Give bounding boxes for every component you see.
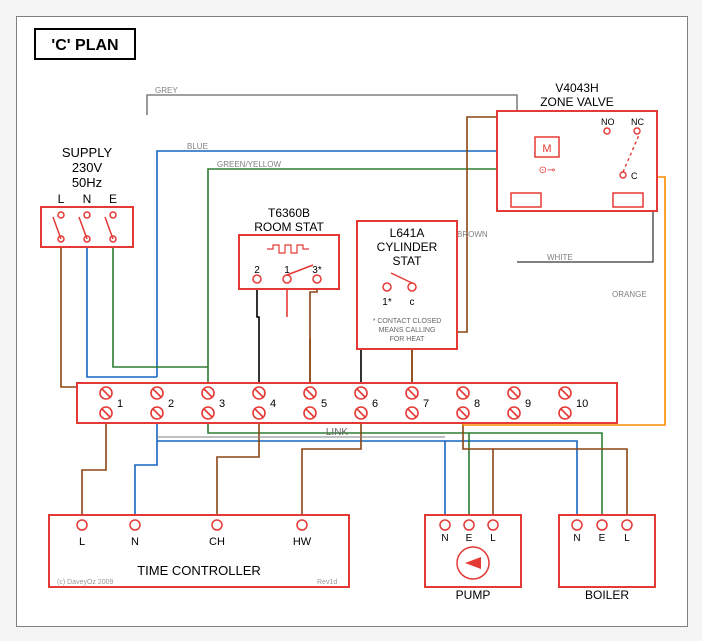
room-stat-block: T6360B ROOM STAT 2 1 3* — [239, 206, 339, 289]
term-label-8: 8 — [474, 398, 480, 410]
zone-valve-block: V4043H ZONE VALVE M NO NC C ⊙⊸ — [497, 81, 657, 211]
wire-blue-supply-N — [87, 246, 157, 377]
wire-brown-supply-L — [61, 246, 106, 387]
boiler-block: N E L BOILER — [559, 515, 655, 602]
footer-copy: (c) DaveyOz 2009 — [57, 579, 114, 586]
term-label-9: 9 — [525, 398, 531, 410]
label-grey: GREY — [155, 86, 178, 95]
boiler-N: N — [573, 533, 580, 544]
label-gy: GREEN/YELLOW — [217, 160, 281, 169]
term-label-5: 5 — [321, 398, 327, 410]
pump-N: N — [441, 533, 448, 544]
supply-label: SUPPLY — [62, 145, 113, 160]
wire-gy-supply-E — [113, 246, 208, 387]
tc-N: N — [131, 536, 139, 548]
cylinder-stat-block: L641A CYLINDER STAT 1* c * CONTACT CLOSE… — [357, 221, 457, 349]
room-stat-model: T6360B — [268, 206, 310, 220]
pump-E: E — [466, 533, 473, 544]
sheet-border: 'C' PLAN — [16, 16, 688, 627]
room-stat-t3: 3* — [312, 265, 322, 276]
zv-C: C — [631, 171, 638, 181]
term-label-2: 2 — [168, 398, 174, 410]
label-orange: ORANGE — [612, 290, 647, 299]
zv-label: ZONE VALVE — [540, 95, 614, 109]
wire-gy-boilerE — [469, 433, 602, 517]
label-blue: BLUE — [187, 142, 208, 151]
cyl-note1: * CONTACT CLOSED — [373, 318, 442, 325]
tc-label: TIME CONTROLLER — [137, 563, 261, 578]
supply-E: E — [109, 192, 117, 206]
room-stat-label: ROOM STAT — [254, 220, 324, 234]
pump-block: N E L PUMP — [425, 515, 521, 602]
title-box: 'C' PLAN — [35, 29, 135, 59]
cyl-t1: 1* — [382, 297, 392, 308]
cyl-note3: FOR HEAT — [390, 336, 426, 343]
cyl-label2: STAT — [393, 254, 423, 268]
pump-L: L — [490, 533, 496, 544]
room-stat-t2: 1 — [284, 265, 290, 276]
footer-rev: Rev1d — [317, 579, 337, 586]
label-brown: BROWN — [457, 230, 488, 239]
cyl-label1: CYLINDER — [377, 240, 438, 254]
boiler-E: E — [599, 533, 606, 544]
zv-M: M — [542, 143, 551, 155]
terminal-strip: 1 2 3 4 5 6 7 8 9 10 LINK — [77, 383, 617, 438]
zv-NC: NC — [631, 117, 644, 127]
wire-brown-T8-boilerL — [493, 449, 627, 517]
diagram-svg: 'C' PLAN — [17, 17, 687, 626]
zv-sym: ⊙⊸ — [539, 165, 556, 176]
stage: 'C' PLAN — [0, 0, 702, 641]
tc-CH: CH — [209, 536, 225, 548]
term-label-6: 6 — [372, 398, 378, 410]
term-label-7: 7 — [423, 398, 429, 410]
title-text: 'C' PLAN — [51, 37, 118, 54]
time-controller-block: L N CH HW TIME CONTROLLER (c) DaveyOz 20… — [49, 515, 349, 587]
pump-label: PUMP — [456, 588, 491, 602]
boiler-label: BOILER — [585, 588, 629, 602]
zv-model: V4043H — [555, 81, 598, 95]
wire-grey-zone — [147, 95, 517, 117]
supply-N: N — [83, 192, 92, 206]
link-label: LINK — [326, 427, 349, 438]
cyl-note2: MEANS CALLING — [379, 327, 436, 334]
term-label-1: 1 — [117, 398, 123, 410]
supply-L: L — [58, 192, 65, 206]
term-label-4: 4 — [270, 398, 276, 410]
wire-blue-boiler-N — [445, 441, 577, 517]
tc-L: L — [79, 536, 85, 548]
supply-freq: 50Hz — [72, 175, 102, 190]
supply-block: SUPPLY 230V 50Hz L N E — [41, 145, 133, 247]
wire-black-T4-stat2 — [257, 287, 259, 387]
label-white: WHITE — [547, 253, 573, 262]
room-stat-t1: 2 — [254, 265, 260, 276]
wire-brown-T5-stat3 — [310, 287, 317, 387]
term-label-10: 10 — [576, 398, 588, 410]
cyl-t2: c — [410, 297, 415, 308]
boiler-L: L — [624, 533, 630, 544]
tc-HW: HW — [293, 536, 312, 548]
zv-NO: NO — [601, 117, 615, 127]
cyl-model: L641A — [390, 226, 425, 240]
term-label-3: 3 — [219, 398, 225, 410]
supply-voltage: 230V — [72, 160, 103, 175]
